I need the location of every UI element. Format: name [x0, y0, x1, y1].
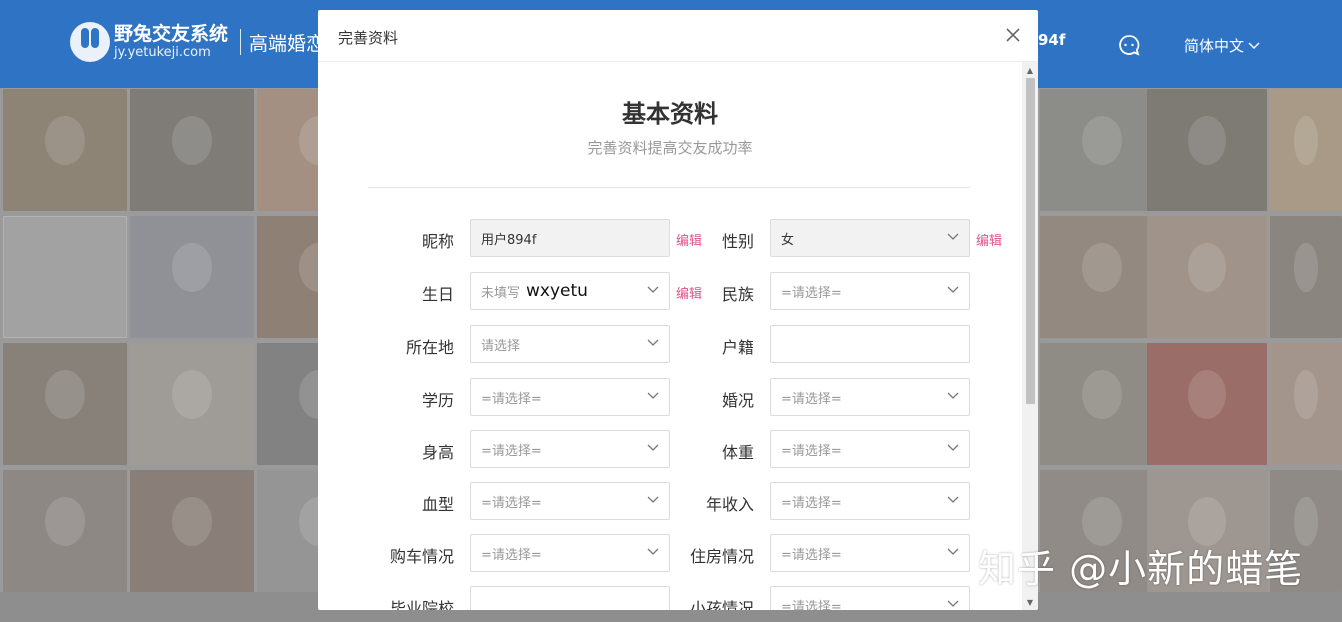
- income-label: 年收入: [705, 495, 754, 514]
- scroll-down-arrow-icon[interactable]: ▼: [1022, 594, 1038, 610]
- rabbit-logo-icon: [70, 22, 110, 62]
- birthday-select[interactable]: 未填写 wxyetu: [470, 272, 670, 310]
- chevron-down-icon: [947, 496, 959, 503]
- height-select[interactable]: =请选择=: [470, 430, 670, 468]
- logo-divider: [240, 29, 242, 55]
- ethnicity-select[interactable]: =请选择=: [770, 272, 970, 310]
- hukou-label: 户籍: [721, 338, 754, 357]
- car-label: 购车情况: [389, 547, 454, 566]
- income-select[interactable]: =请选择=: [770, 482, 970, 520]
- profile-photo[interactable]: [3, 470, 127, 592]
- location-placeholder: 请选择: [481, 338, 521, 354]
- marital-select[interactable]: =请选择=: [770, 378, 970, 416]
- section-subtitle: 完善资料提高交友成功率: [587, 139, 753, 157]
- blood-type-label: 血型: [421, 495, 454, 514]
- education-placeholder: =请选择=: [481, 391, 542, 407]
- ethnicity-label: 民族: [721, 285, 754, 304]
- profile-photo[interactable]: [1147, 216, 1267, 338]
- modal-body: 基本资料 完善资料提高交友成功率 昵称 用户894f 编辑 性别 女 编辑 生日…: [318, 62, 1022, 610]
- nickname-field[interactable]: 用户894f: [470, 219, 670, 257]
- language-switch[interactable]: 简体中文: [1184, 35, 1260, 56]
- blood-type-select[interactable]: =请选择=: [470, 482, 670, 520]
- profile-photo[interactable]: [1147, 343, 1267, 465]
- profile-photo[interactable]: [1040, 343, 1164, 465]
- logo-name: 野兔交友系统: [114, 23, 229, 45]
- profile-photo[interactable]: [1270, 89, 1342, 211]
- profile-photo[interactable]: [1147, 89, 1267, 211]
- house-select[interactable]: =请选择=: [770, 534, 970, 572]
- profile-photo[interactable]: [3, 343, 127, 465]
- profile-photo[interactable]: [1040, 89, 1164, 211]
- chevron-down-icon: [947, 548, 959, 555]
- blood-type-placeholder: =请选择=: [481, 495, 542, 511]
- profile-photo[interactable]: [130, 470, 254, 592]
- house-placeholder: =请选择=: [781, 547, 842, 563]
- site-slogan: 高端婚恋: [249, 32, 320, 55]
- ethnicity-placeholder: =请选择=: [781, 285, 842, 301]
- chevron-down-icon: [947, 392, 959, 399]
- chevron-down-icon: [947, 444, 959, 451]
- birthday-label: 生日: [421, 285, 454, 304]
- children-placeholder: =请选择=: [781, 599, 842, 611]
- profile-photo[interactable]: [3, 89, 127, 211]
- chevron-down-icon: [947, 600, 959, 607]
- income-placeholder: =请选择=: [781, 495, 842, 511]
- location-label: 所在地: [405, 338, 454, 357]
- profile-photo[interactable]: [1270, 343, 1342, 465]
- car-select[interactable]: =请选择=: [470, 534, 670, 572]
- language-label: 简体中文: [1184, 37, 1245, 55]
- chevron-down-icon: [947, 286, 959, 293]
- education-select[interactable]: =请选择=: [470, 378, 670, 416]
- profile-photo-placeholder[interactable]: [3, 216, 127, 338]
- scrollbar-thumb[interactable]: [1026, 78, 1035, 404]
- gender-value: 女: [781, 232, 795, 248]
- scroll-up-arrow-icon[interactable]: ▲: [1022, 62, 1038, 78]
- modal-scrollbar[interactable]: ▲ ▼: [1022, 62, 1038, 610]
- complete-profile-modal: 完善资料 基本资料 完善资料提高交友成功率 昵称 用户894f 编辑 性别 女 …: [318, 10, 1038, 610]
- marital-placeholder: =请选择=: [781, 391, 842, 407]
- birthday-placeholder: 未填写: [481, 285, 521, 301]
- gender-label: 性别: [721, 232, 754, 251]
- section-title: 基本资料: [622, 100, 718, 128]
- children-select[interactable]: =请选择=: [770, 586, 970, 610]
- message-icon[interactable]: [1117, 33, 1141, 57]
- hukou-input[interactable]: [770, 325, 970, 363]
- profile-photo[interactable]: [130, 343, 254, 465]
- gender-select[interactable]: 女: [770, 219, 970, 257]
- birthday-overlay-text: wxyetu: [526, 281, 588, 301]
- children-label: 小孩情况: [689, 599, 754, 610]
- car-placeholder: =请选择=: [481, 547, 542, 563]
- height-label: 身高: [421, 443, 454, 462]
- profile-photo[interactable]: [130, 89, 254, 211]
- weight-label: 体重: [721, 443, 754, 462]
- height-placeholder: =请选择=: [481, 443, 542, 459]
- location-select[interactable]: 请选择: [470, 325, 670, 363]
- profile-photo[interactable]: [1270, 216, 1342, 338]
- gender-edit-link[interactable]: 编辑: [976, 230, 1002, 249]
- user-name-link[interactable]: 94f: [1038, 31, 1065, 49]
- weight-select[interactable]: =请选择=: [770, 430, 970, 468]
- section-divider: [368, 187, 970, 188]
- weight-placeholder: =请选择=: [781, 443, 842, 459]
- school-input[interactable]: [470, 586, 670, 610]
- profile-photo[interactable]: [130, 216, 254, 338]
- nickname-label: 昵称: [421, 232, 454, 251]
- education-label: 学历: [421, 391, 454, 410]
- chevron-down-icon: [1248, 41, 1260, 49]
- modal-header: 完善资料: [318, 10, 1038, 62]
- profile-photo[interactable]: [1040, 216, 1164, 338]
- logo-url: jy.yetukeji.com: [114, 45, 211, 60]
- close-icon[interactable]: [1004, 26, 1022, 44]
- chevron-down-icon: [947, 233, 959, 240]
- site-logo[interactable]: 野兔交友系统 jy.yetukeji.com 高端婚恋: [70, 22, 319, 62]
- marital-label: 婚况: [721, 391, 754, 410]
- modal-title: 完善资料: [338, 29, 399, 47]
- nickname-value: 用户894f: [481, 232, 537, 248]
- house-label: 住房情况: [689, 547, 754, 566]
- watermark-text: 知乎 @小新的蜡笔: [978, 547, 1304, 591]
- school-label: 毕业院校: [389, 599, 454, 610]
